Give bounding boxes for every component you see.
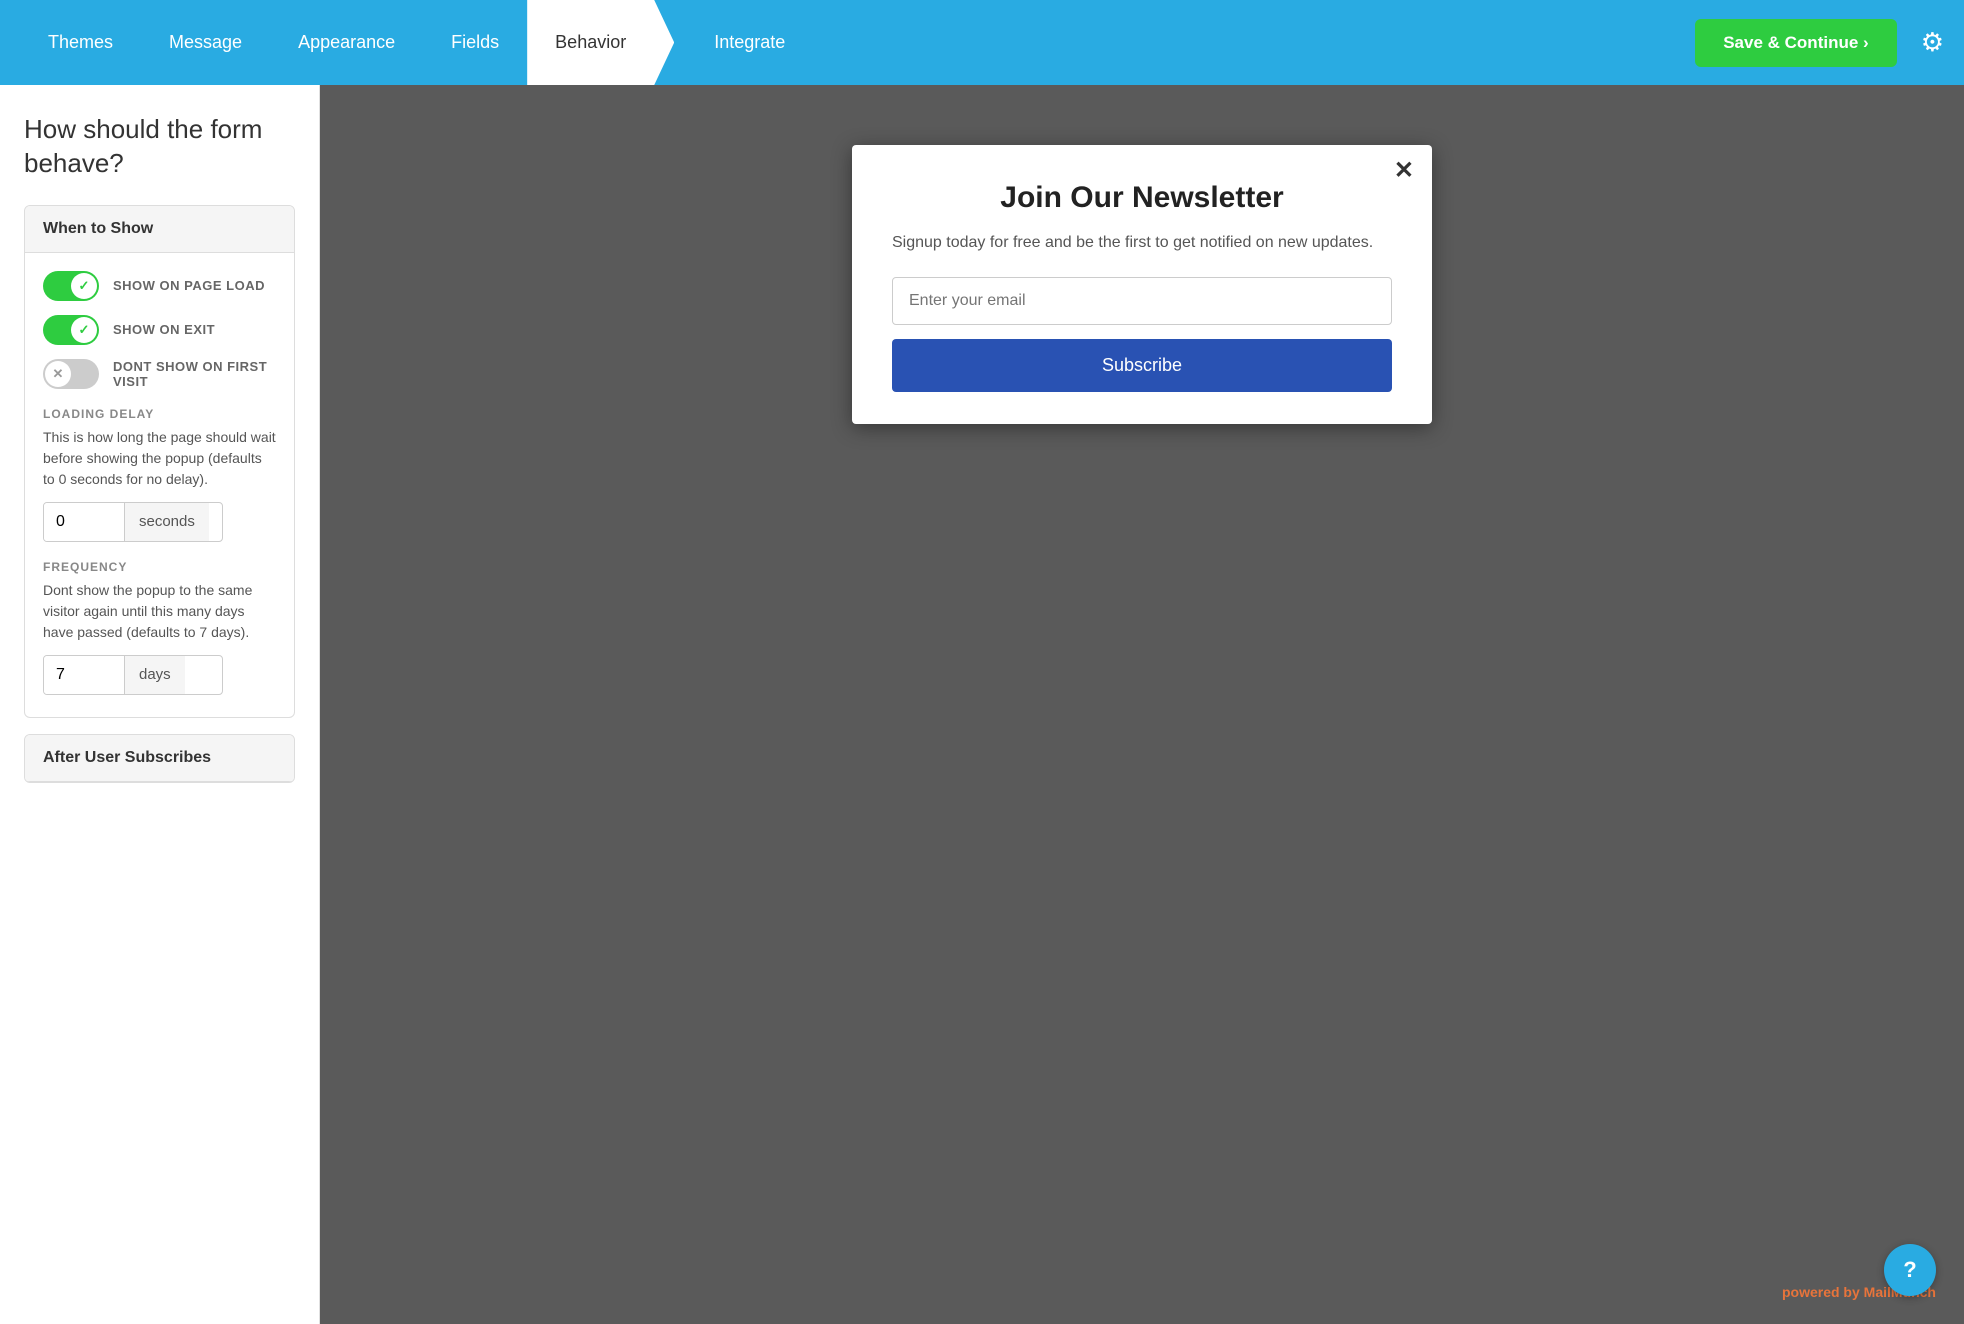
- nav-item-appearance[interactable]: Appearance: [270, 0, 423, 85]
- when-to-show-body: ✓ SHOW ON PAGE LOAD ✓ SHOW ON EXIT: [25, 253, 294, 717]
- toggle-show-on-exit[interactable]: ✓: [43, 315, 99, 345]
- popup-title: Join Our Newsletter: [892, 181, 1392, 215]
- save-continue-button[interactable]: Save & Continue ›: [1695, 19, 1896, 67]
- after-subscribes-card: After User Subscribes: [24, 734, 295, 783]
- frequency-desc: Dont show the popup to the same visitor …: [43, 580, 276, 643]
- toggle-label-dont-show-first-visit: DONT SHOW ON FIRST VISIT: [113, 359, 276, 389]
- help-button[interactable]: ?: [1884, 1244, 1936, 1296]
- nav-item-behavior[interactable]: Behavior: [527, 0, 674, 85]
- popup-close-button[interactable]: ✕: [1394, 159, 1414, 183]
- page-title: How should the form behave?: [24, 113, 295, 181]
- frequency-input-row: days: [43, 655, 223, 695]
- frequency-input[interactable]: [44, 656, 124, 694]
- header: Themes Message Appearance Fields Behavio…: [0, 0, 1964, 85]
- popup-subtitle: Signup today for free and be the first t…: [892, 231, 1392, 255]
- after-subscribes-header: After User Subscribes: [25, 735, 294, 782]
- popup-email-input[interactable]: [892, 277, 1392, 325]
- loading-delay-unit: seconds: [124, 503, 209, 541]
- frequency-unit: days: [124, 656, 185, 694]
- loading-delay-desc: This is how long the page should wait be…: [43, 427, 276, 490]
- toggle-row-dont-show-first-visit: ✕ DONT SHOW ON FIRST VISIT: [43, 359, 276, 389]
- nav-bar: Themes Message Appearance Fields Behavio…: [20, 0, 1695, 85]
- loading-delay-input-row: seconds: [43, 502, 223, 542]
- loading-delay-input[interactable]: [44, 503, 124, 541]
- nav-item-message[interactable]: Message: [141, 0, 270, 85]
- toggle-label-show-on-exit: SHOW ON EXIT: [113, 322, 215, 337]
- when-to-show-header: When to Show: [25, 206, 294, 253]
- toggle-show-on-page-load[interactable]: ✓: [43, 271, 99, 301]
- main-layout: How should the form behave? When to Show…: [0, 85, 1964, 1324]
- toggle-dont-show-first-visit[interactable]: ✕: [43, 359, 99, 389]
- nav-item-themes[interactable]: Themes: [20, 0, 141, 85]
- left-panel: How should the form behave? When to Show…: [0, 85, 320, 1324]
- loading-delay-label: LOADING DELAY: [43, 407, 276, 421]
- gear-icon[interactable]: ⚙: [1921, 27, 1944, 58]
- nav-item-fields[interactable]: Fields: [423, 0, 527, 85]
- toggle-row-page-load: ✓ SHOW ON PAGE LOAD: [43, 271, 276, 301]
- popup-modal: ✕ Join Our Newsletter Signup today for f…: [852, 145, 1432, 424]
- frequency-label: FREQUENCY: [43, 560, 276, 574]
- popup-subscribe-button[interactable]: Subscribe: [892, 339, 1392, 392]
- when-to-show-card: When to Show ✓ SHOW ON PAGE LOAD: [24, 205, 295, 718]
- toggle-label-page-load: SHOW ON PAGE LOAD: [113, 278, 265, 293]
- right-panel-preview: ✕ Join Our Newsletter Signup today for f…: [320, 85, 1964, 1324]
- toggle-row-show-on-exit: ✓ SHOW ON EXIT: [43, 315, 276, 345]
- nav-item-integrate[interactable]: Integrate: [674, 0, 813, 85]
